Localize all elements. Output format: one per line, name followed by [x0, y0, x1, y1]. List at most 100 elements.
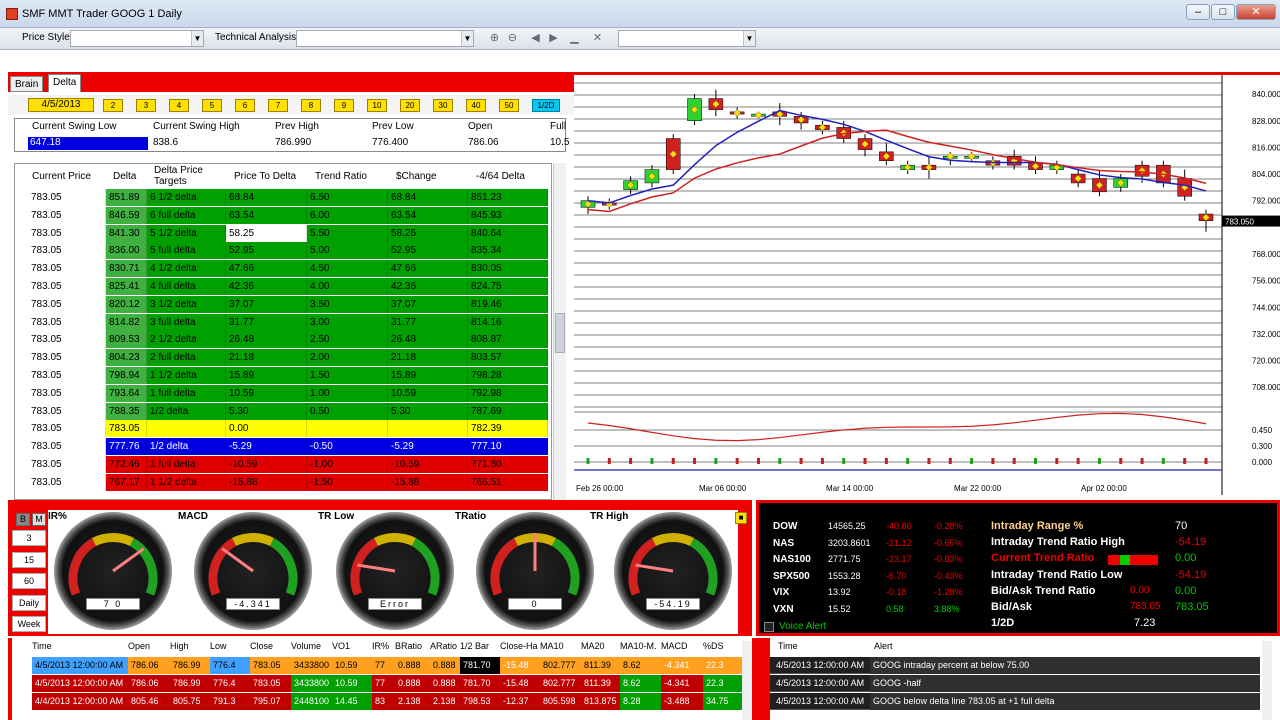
zoom-in-icon[interactable]: ⊕ [487, 31, 502, 46]
grid-cell: -1.00 [307, 456, 388, 473]
timeframe-button[interactable]: 15 [12, 551, 46, 568]
grid-cell: 2 1/2 delta [147, 331, 226, 349]
grid-cell: 783.05 [28, 402, 106, 420]
table-row[interactable]: 783.05 836.00 5 full delta 52.95 5.00 52.95 83… [28, 242, 552, 260]
period-button[interactable]: 5 [202, 99, 222, 112]
bars-row[interactable]: 4/5/2013 12:00:00 AM 786.06 786.99 776.4 783… [28, 657, 744, 674]
grid-cell: 3.50 [307, 295, 388, 313]
bars-cell: 0.888 [395, 675, 430, 692]
close-icon[interactable]: ✕ [1236, 4, 1276, 20]
period-button[interactable]: 3 [136, 99, 156, 112]
price-style-select[interactable]: ▼ [70, 30, 204, 47]
grid-cell: 15.89 [226, 367, 307, 384]
maximize-icon[interactable]: □ [1211, 4, 1235, 20]
price-chart[interactable]: 840.000 828.000 816.000 804.000 792.000 783.0… [574, 72, 1280, 500]
bars-cell: 805.75 [170, 693, 210, 710]
swing-header: Open [468, 121, 493, 132]
symbol-select[interactable]: ▼ [618, 30, 756, 47]
timeframe-button[interactable]: M [32, 513, 46, 526]
period-button[interactable]: 10 [367, 99, 387, 112]
bars-cell: 781.70 [460, 675, 500, 692]
table-row[interactable]: 783.05 814.82 3 full delta 31.77 3.00 31.77 81… [28, 313, 552, 331]
period-button[interactable]: 40 [466, 99, 486, 112]
arrow-left-icon[interactable]: ◀ [528, 31, 543, 46]
alert-row[interactable]: 4/5/2013 12:00:00 AM GOOG -half [770, 675, 1260, 692]
period-button[interactable]: 6 [235, 99, 255, 112]
stat-value-bid: 783.05 [1130, 601, 1161, 612]
x-tick-label: Mar 14 00:00 [826, 484, 874, 493]
period-button[interactable]: 50 [499, 99, 519, 112]
osc-bar [1034, 458, 1038, 464]
arrow-right-icon[interactable]: ▶ [546, 31, 561, 46]
bars-cell: 3433800 [291, 657, 332, 674]
table-row[interactable]: 783.05 788.35 1/2 delta 5.30 0.50 5.30 787.69 [28, 402, 552, 420]
bars-column-header: High [170, 641, 189, 651]
grid-cell: 47.66 [388, 260, 468, 278]
index-change: -21.12 [886, 537, 912, 548]
voice-alert-checkbox[interactable] [764, 622, 774, 632]
period-button[interactable]: 1/2D [532, 99, 560, 112]
period-button[interactable]: 20 [400, 99, 420, 112]
grid-cell: 787.69 [468, 402, 548, 420]
minimize-icon[interactable]: – [1186, 4, 1210, 20]
bars-column-header: VO1 [332, 641, 351, 651]
tab-delta[interactable]: Delta [48, 74, 82, 92]
y-tick-label: 744.000 [1252, 303, 1280, 312]
x-tick-label: Mar 22 00:00 [954, 484, 1002, 493]
timeframe-button[interactable]: 3 [12, 530, 46, 546]
scroll-thumb[interactable] [555, 313, 565, 353]
table-row[interactable]: 783.05 767.17 1 1/2 delta -15.88 -1.50 -15.88… [28, 473, 552, 491]
grid-scrollbar[interactable] [553, 163, 566, 500]
candle-marker [733, 109, 741, 117]
table-row[interactable]: 783.05 772.46 1 full delta -10.59 -1.00 -10.5… [28, 456, 552, 473]
gauge-value: -54.19 [646, 598, 700, 610]
trend-ratio-bar [1108, 555, 1158, 565]
swing-value: 776.400 [372, 137, 409, 148]
period-button[interactable]: 2 [103, 99, 123, 112]
table-row[interactable]: 783.05 851.89 6 1/2 delta 68.84 6.50 68.84 851… [28, 189, 552, 206]
alert-time: 4/5/2013 12:00:00 AM [776, 660, 865, 670]
period-button[interactable]: 30 [433, 99, 453, 112]
alert-row[interactable]: 4/5/2013 12:00:00 AM GOOG intraday percen… [770, 657, 1260, 674]
bars-row[interactable]: 4/5/2013 12:00:00 AM 786.06 786.99 776.4 783… [28, 675, 744, 692]
timeframe-button[interactable]: 60 [12, 573, 46, 589]
timeframe-button[interactable]: Daily [12, 594, 46, 611]
table-row[interactable]: 783.05 830.71 4 1/2 delta 47.66 4.50 47.66 830… [28, 260, 552, 278]
close-chart-icon[interactable]: ✕ [590, 31, 605, 46]
table-row[interactable]: 783.05 798.94 1 1/2 delta 15.89 1.50 15.89 798… [28, 367, 552, 384]
date-button[interactable]: 4/5/2013 [28, 98, 94, 112]
y-tick-label: 804.000 [1252, 170, 1280, 179]
gauge-settings-icon[interactable]: ■ [735, 512, 747, 524]
alert-row[interactable]: 4/5/2013 12:00:00 AM GOOG below delta lin… [770, 693, 1260, 710]
bars-scrollbar[interactable] [742, 641, 752, 720]
tab-brain[interactable]: Brain [10, 76, 44, 92]
grid-cell: 31.77 [226, 313, 307, 331]
table-row[interactable]: 783.05 846.59 6 full delta 63.54 6.00 63.54 84… [28, 206, 552, 224]
stat-label: Bid/Ask Trend Ratio [991, 584, 1096, 597]
chart-icon[interactable]: ▁ [567, 31, 582, 46]
osc-bar [1097, 458, 1101, 464]
technical-analysis-select[interactable]: ▼ [296, 30, 474, 47]
table-row[interactable]: 783.05 777.76 1/2 delta -5.29 -0.50 -5.29 777.… [28, 438, 552, 456]
table-row[interactable]: 783.05 793.64 1 full delta 10.59 1.00 10.59 79… [28, 384, 552, 402]
timeframe-button[interactable]: B [16, 513, 30, 526]
period-button[interactable]: 7 [268, 99, 288, 112]
period-button[interactable]: 4 [169, 99, 189, 112]
bars-cell: -4.341 [661, 657, 703, 674]
bars-row[interactable]: 4/4/2013 12:00:00 AM 805.46 805.75 791.3 795… [28, 693, 744, 710]
timeframe-button[interactable]: Week [12, 616, 46, 632]
table-row[interactable]: 783.05 825.41 4 full delta 42.36 4.00 42.36 82… [28, 278, 552, 295]
alerts-scrollbar[interactable] [1262, 641, 1272, 720]
table-row[interactable]: 783.05 804.23 2 full delta 21.18 2.00 21.18 80… [28, 349, 552, 367]
period-button[interactable]: 8 [301, 99, 321, 112]
grid-cell: -15.88 [388, 473, 468, 491]
table-row[interactable]: 783.05 820.12 3 1/2 delta 37.07 3.50 37.07 819… [28, 295, 552, 313]
index-value: 15.52 [828, 603, 851, 614]
bars-cell: -3.488 [661, 693, 703, 710]
table-row[interactable]: 783.05 841.30 5 1/2 delta 58.25 5.50 58.25 840… [28, 224, 552, 242]
period-button[interactable]: 9 [334, 99, 354, 112]
alert-time: 4/5/2013 12:00:00 AM [776, 678, 865, 688]
table-row[interactable]: 783.05 783.05 0.00 782.39 [28, 420, 552, 438]
zoom-out-icon[interactable]: ⊖ [505, 31, 520, 46]
table-row[interactable]: 783.05 809.53 2 1/2 delta 26.48 2.50 26.48 808… [28, 331, 552, 349]
